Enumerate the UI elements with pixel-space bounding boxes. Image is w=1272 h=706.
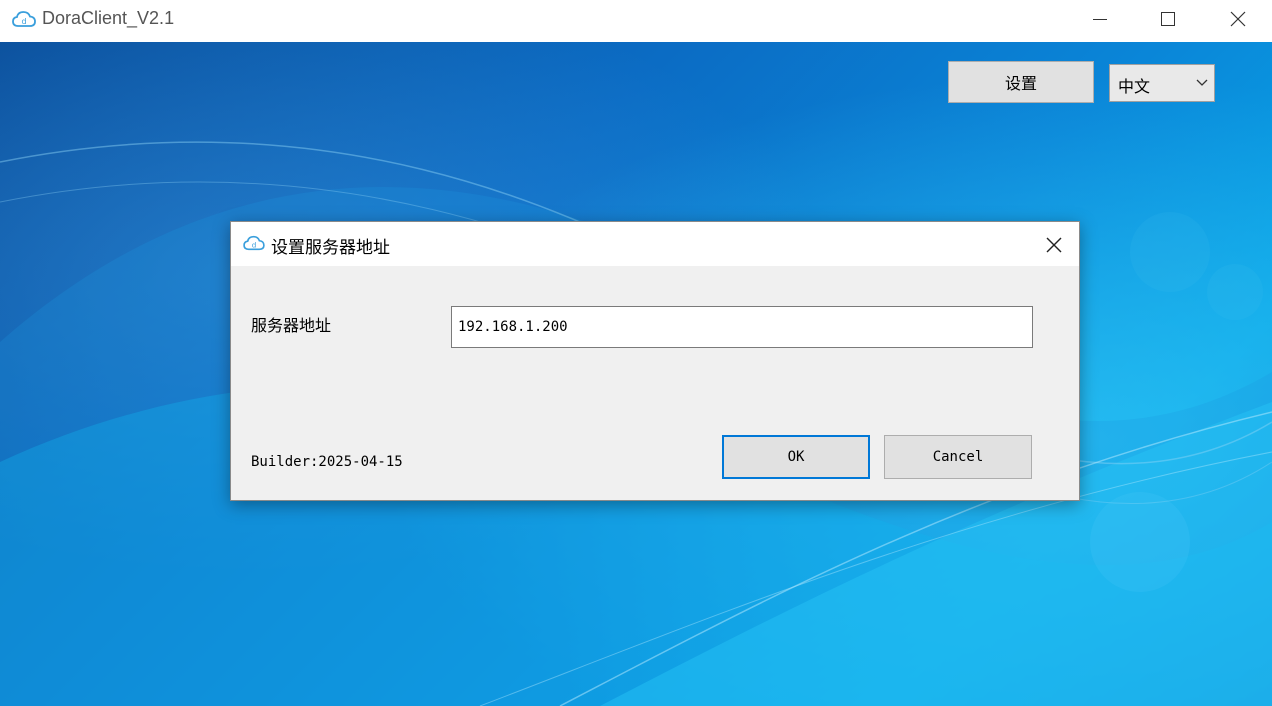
app-title: DoraClient_V2.1 — [42, 8, 174, 29]
title-bar: d DoraClient_V2.1 — [0, 0, 1272, 42]
close-icon — [1045, 236, 1063, 254]
cloud-d-icon: d — [243, 234, 265, 252]
settings-button-label: 设置 — [1005, 70, 1037, 94]
language-select[interactable]: 中文 — [1109, 64, 1215, 102]
server-address-dialog: d 设置服务器地址 服务器地址 Builder:2025-04-15 OK Ca… — [230, 221, 1080, 501]
minimize-button[interactable] — [1064, 0, 1134, 40]
cancel-button[interactable]: Cancel — [884, 435, 1032, 479]
svg-text:d: d — [21, 17, 26, 26]
builder-date-text: Builder:2025-04-15 — [251, 454, 403, 470]
cloud-d-icon: d — [12, 9, 36, 29]
dialog-title: 设置服务器地址 — [271, 233, 390, 258]
maximize-icon — [1132, 0, 1202, 40]
server-address-input[interactable] — [451, 306, 1033, 348]
minimize-icon — [1064, 0, 1134, 40]
ok-button[interactable]: OK — [722, 435, 870, 479]
server-address-label: 服务器地址 — [251, 312, 331, 336]
maximize-button[interactable] — [1132, 0, 1202, 40]
close-button[interactable] — [1202, 0, 1272, 40]
chevron-down-icon — [1196, 79, 1208, 87]
close-icon — [1202, 0, 1272, 40]
ok-button-label: OK — [788, 449, 805, 465]
language-select-value: 中文 — [1118, 73, 1150, 97]
dialog-close-button[interactable] — [1037, 228, 1071, 260]
cancel-button-label: Cancel — [933, 449, 984, 465]
svg-text:d: d — [252, 241, 257, 250]
settings-button[interactable]: 设置 — [948, 61, 1094, 103]
dialog-title-bar: d 设置服务器地址 — [231, 222, 1079, 266]
main-window: d DoraClient_V2.1 — [0, 0, 1272, 706]
